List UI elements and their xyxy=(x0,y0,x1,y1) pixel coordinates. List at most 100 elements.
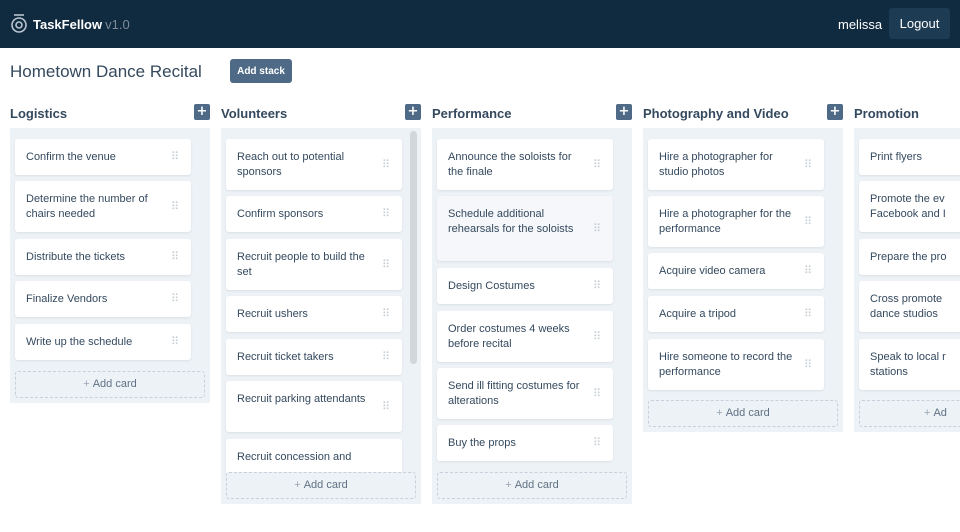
card[interactable]: Buy the props ⠿ xyxy=(437,425,613,461)
plus-icon[interactable]: + xyxy=(827,104,843,120)
stack-volunteers: Reach out to potential sponsors ⠿ Confir… xyxy=(221,128,421,504)
stack-header-logistics: Logistics + xyxy=(10,104,210,124)
card-title: Hire a photographer for the performance xyxy=(659,208,792,235)
card[interactable]: Acquire a tripod ⠿ xyxy=(648,296,824,332)
drag-handle-icon[interactable]: ⠿ xyxy=(382,351,390,363)
drag-handle-icon[interactable]: ⠿ xyxy=(593,387,601,400)
add-card-button[interactable]: + Add card xyxy=(226,472,416,499)
stack-header-performance: Performance + xyxy=(432,104,632,124)
card-title: Facebook and I xyxy=(870,208,946,220)
card-title: dance studios xyxy=(870,308,938,320)
card[interactable]: Recruit parking attendants ⠿ xyxy=(226,381,402,432)
stack-photography-and-video: Hire a photographer for studio photos ⠿ … xyxy=(643,128,843,432)
card-title: Confirm sponsors xyxy=(237,208,324,220)
card-title: Print flyers xyxy=(870,151,922,163)
card[interactable]: Hire a photographer for the performance … xyxy=(648,196,824,247)
card-title: Confirm the venue xyxy=(26,151,116,163)
add-card-button[interactable]: + Ad xyxy=(859,400,960,427)
plus-icon: + xyxy=(294,479,301,491)
drag-handle-icon[interactable]: ⠿ xyxy=(382,308,390,320)
stack-title: Logistics xyxy=(10,106,68,121)
card[interactable]: Recruit ushers ⠿ xyxy=(226,296,402,332)
card[interactable]: Hire a photographer for studio photos ⠿ xyxy=(648,139,824,190)
card[interactable]: Recruit ticket takers ⠿ xyxy=(226,339,402,375)
logout-button[interactable]: Logout xyxy=(889,8,950,39)
drag-handle-icon[interactable]: ⠿ xyxy=(382,208,390,220)
stack-header-photography: Photography and Video + xyxy=(643,104,843,124)
card-title: Finalize Vendors xyxy=(26,293,108,305)
card-title: Distribute the tickets xyxy=(26,251,126,263)
drag-handle-icon[interactable]: ⠿ xyxy=(804,215,812,228)
card-title: Recruit parking attendants xyxy=(237,393,366,405)
plus-icon[interactable]: + xyxy=(405,104,421,120)
add-card-button[interactable]: + Add card xyxy=(648,400,838,427)
drag-handle-icon[interactable]: ⠿ xyxy=(171,200,179,213)
card[interactable]: Promote the ev Facebook and I xyxy=(859,181,960,232)
scrollbar[interactable] xyxy=(410,131,417,364)
app-version: v1.0 xyxy=(105,16,130,32)
drag-handle-icon[interactable]: ⠿ xyxy=(804,358,812,371)
card[interactable]: Determine the number of chairs needed ⠿ xyxy=(15,181,191,232)
card[interactable]: Recruit people to build the set ⠿ xyxy=(226,239,402,290)
drag-handle-icon[interactable]: ⠿ xyxy=(593,222,601,235)
card-title: Design Costumes xyxy=(448,280,535,292)
card[interactable]: Acquire video camera ⠿ xyxy=(648,253,824,289)
card[interactable]: Announce the soloists for the finale ⠿ xyxy=(437,139,613,190)
user-name: melissa xyxy=(838,17,883,32)
stack-title: Photography and Video xyxy=(643,106,789,121)
card-title: Recruit ticket takers xyxy=(237,351,334,363)
add-card-button[interactable]: + Add card xyxy=(437,472,627,499)
stack-title: Performance xyxy=(432,106,512,121)
card-title: Cross promote xyxy=(870,293,943,305)
plus-icon[interactable]: + xyxy=(194,104,210,120)
drag-handle-icon[interactable]: ⠿ xyxy=(593,158,601,171)
drag-handle-icon[interactable]: ⠿ xyxy=(171,251,179,263)
card[interactable]: Write up the schedule ⠿ xyxy=(15,324,191,360)
card-title: Recruit concession and xyxy=(237,451,352,463)
plus-icon[interactable]: + xyxy=(616,104,632,120)
card[interactable]: Confirm sponsors ⠿ xyxy=(226,196,402,232)
card[interactable]: Schedule additional rehearsals for the s… xyxy=(437,196,613,261)
drag-handle-icon[interactable]: ⠿ xyxy=(804,308,812,320)
drag-handle-icon[interactable]: ⠿ xyxy=(171,336,179,348)
stack-performance: Announce the soloists for the finale ⠿ S… xyxy=(432,128,632,504)
drag-handle-icon[interactable]: ⠿ xyxy=(382,158,390,171)
card[interactable]: Reach out to potential sponsors ⠿ xyxy=(226,139,402,190)
add-card-label: Add card xyxy=(514,479,559,491)
stack-header-volunteers: Volunteers + xyxy=(221,104,421,124)
card[interactable]: Confirm the venue ⠿ xyxy=(15,139,191,175)
card[interactable]: Hire someone to record the performance ⠿ xyxy=(648,339,824,390)
drag-handle-icon[interactable]: ⠿ xyxy=(804,158,812,171)
card-title: Hire a photographer for studio photos xyxy=(659,151,773,178)
card[interactable]: Finalize Vendors ⠿ xyxy=(15,281,191,317)
card[interactable]: Prepare the pro xyxy=(859,239,960,275)
drag-handle-icon[interactable]: ⠿ xyxy=(593,437,601,449)
card-title: Acquire a tripod xyxy=(659,308,737,320)
card[interactable]: Speak to local r stations xyxy=(859,339,960,390)
brand[interactable]: TaskFellow v1.0 xyxy=(10,13,130,35)
top-navbar: TaskFellow v1.0 melissa Logout xyxy=(0,0,960,48)
add-card-label: Ad xyxy=(933,407,947,419)
add-card-button[interactable]: + Add card xyxy=(15,371,205,398)
drag-handle-icon[interactable]: ⠿ xyxy=(171,151,179,163)
card-title: stations xyxy=(870,366,908,378)
drag-handle-icon[interactable]: ⠿ xyxy=(804,265,812,277)
card[interactable]: Send ill fitting costumes for alteration… xyxy=(437,368,613,419)
drag-handle-icon[interactable]: ⠿ xyxy=(593,330,601,343)
card[interactable]: Print flyers xyxy=(859,139,960,175)
drag-handle-icon[interactable]: ⠿ xyxy=(382,258,390,271)
card-title: Send ill fitting costumes for alteration… xyxy=(448,380,580,407)
drag-handle-icon[interactable]: ⠿ xyxy=(593,280,601,292)
card[interactable]: Distribute the tickets ⠿ xyxy=(15,239,191,275)
card[interactable]: Order costumes 4 weeks before recital ⠿ xyxy=(437,311,613,362)
card-title: Determine the number of chairs needed xyxy=(26,193,148,220)
add-stack-button[interactable]: Add stack xyxy=(230,59,292,83)
stack-title: Volunteers xyxy=(221,106,288,121)
drag-handle-icon[interactable]: ⠿ xyxy=(382,400,390,413)
drag-handle-icon[interactable]: ⠿ xyxy=(171,293,179,305)
card[interactable]: Cross promote dance studios xyxy=(859,281,960,332)
card-title: Reach out to potential sponsors xyxy=(237,151,345,178)
card-title: Hire someone to record the performance xyxy=(659,351,793,378)
card[interactable]: Design Costumes ⠿ xyxy=(437,268,613,304)
add-card-label: Add card xyxy=(303,479,348,491)
